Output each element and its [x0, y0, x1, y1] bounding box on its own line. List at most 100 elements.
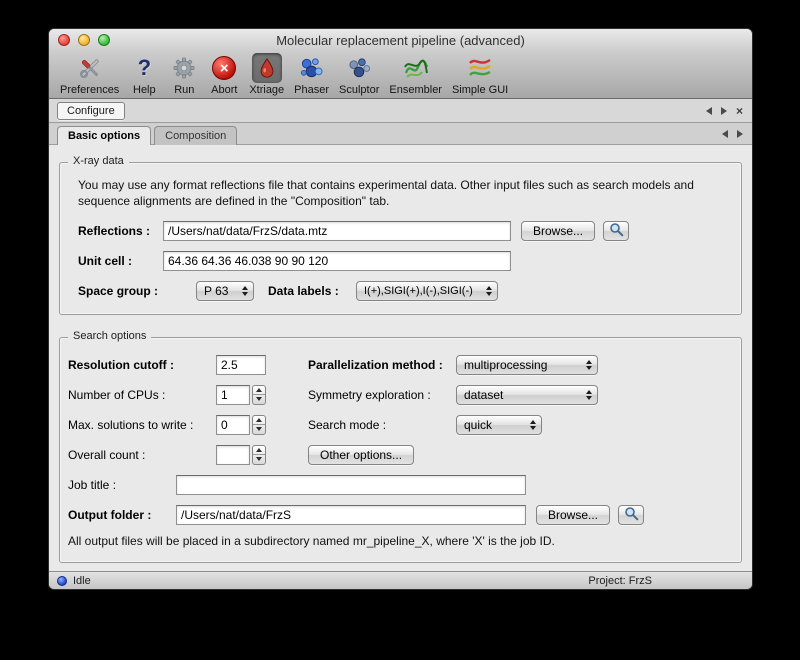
main-panel: X-ray data You may use any format reflec…: [49, 145, 752, 571]
minimize-button[interactable]: [78, 34, 90, 46]
search-row-2: Number of CPUs : Symmetry exploration : …: [68, 384, 723, 405]
run-icon: [169, 53, 199, 83]
toolbar-label: Preferences: [60, 84, 119, 96]
tab-configure-label: Configure: [67, 105, 115, 117]
output-folder-view-button[interactable]: [618, 505, 644, 525]
tab-composition[interactable]: Composition: [154, 126, 237, 145]
toolbar-button-run[interactable]: Run: [164, 53, 204, 96]
max-solutions-input[interactable]: [216, 415, 250, 435]
search-row-3: Max. solutions to write : Search mode : …: [68, 414, 723, 435]
magnifier-icon: [624, 506, 639, 524]
simple-gui-icon: [465, 53, 495, 83]
toolbar-button-help[interactable]: ? Help: [124, 53, 164, 96]
close-tab-icon[interactable]: ×: [736, 106, 743, 116]
toolbar-label: Help: [133, 84, 156, 96]
parallelization-popup[interactable]: multiprocessing: [456, 355, 598, 375]
toolbar-label: Abort: [211, 84, 237, 96]
toolbar-button-ensembler[interactable]: Ensembler: [384, 53, 447, 96]
space-group-row: Space group : P 63 Data labels : I(+),SI…: [78, 280, 723, 301]
tab-basic-options-label: Basic options: [68, 130, 140, 142]
job-title-label: Job title :: [68, 478, 176, 492]
popup-arrows-icon: [586, 360, 592, 370]
ensembler-icon: [401, 53, 431, 83]
toolbar-button-xtriage[interactable]: Xtriage: [244, 53, 289, 96]
reflections-view-button[interactable]: [603, 221, 629, 241]
max-solutions-stepper[interactable]: [252, 415, 266, 435]
symmetry-exploration-popup[interactable]: dataset: [456, 385, 598, 405]
toolbar-label: Phaser: [294, 84, 329, 96]
tab-scroll-right-icon[interactable]: [721, 107, 727, 115]
close-button[interactable]: [58, 34, 70, 46]
output-folder-browse-button[interactable]: Browse...: [536, 505, 610, 525]
reflections-input[interactable]: [163, 221, 511, 241]
toolbar: Preferences ? Help Run: [49, 51, 752, 99]
job-title-input[interactable]: [176, 475, 526, 495]
popup-arrows-icon: [530, 420, 536, 430]
tab-scroll-right-icon[interactable]: [737, 130, 743, 138]
tab-basic-options[interactable]: Basic options: [57, 126, 151, 145]
search-mode-label: Search mode :: [308, 418, 456, 432]
app-window: Molecular replacement pipeline (advanced…: [48, 28, 753, 590]
unit-cell-input[interactable]: [163, 251, 511, 271]
group-title-search: Search options: [68, 330, 151, 342]
popup-arrows-icon: [486, 286, 492, 296]
toolbar-button-abort[interactable]: × Abort: [204, 53, 244, 96]
data-labels-label: Data labels :: [268, 284, 356, 298]
popup-arrows-icon: [242, 286, 248, 296]
space-group-popup[interactable]: P 63: [196, 281, 254, 301]
tab-composition-label: Composition: [165, 130, 226, 142]
toolbar-label: Simple GUI: [452, 84, 508, 96]
reflections-label: Reflections :: [78, 224, 163, 238]
xtriage-icon: [252, 53, 282, 83]
status-text: Idle: [73, 575, 91, 587]
help-icon: ?: [129, 53, 159, 83]
popup-arrows-icon: [586, 390, 592, 400]
window-title: Molecular replacement pipeline (advanced…: [49, 33, 752, 48]
options-tab-bar: Basic options Composition: [49, 123, 752, 145]
tab-scroll-left-icon[interactable]: [722, 130, 728, 138]
overall-count-stepper[interactable]: [252, 445, 266, 465]
preferences-icon: [75, 53, 105, 83]
toolbar-label: Ensembler: [389, 84, 442, 96]
magnifier-icon: [609, 222, 624, 240]
toolbar-button-simple-gui[interactable]: Simple GUI: [447, 53, 513, 96]
group-title-xray: X-ray data: [68, 155, 129, 167]
unit-cell-label: Unit cell :: [78, 254, 163, 268]
toolbar-button-phaser[interactable]: Phaser: [289, 53, 334, 96]
space-group-label: Space group :: [78, 284, 196, 298]
tab-configure[interactable]: Configure: [57, 102, 125, 120]
output-folder-input[interactable]: [176, 505, 526, 525]
phaser-icon: [297, 53, 327, 83]
group-xray-data: X-ray data You may use any format reflec…: [59, 162, 742, 315]
other-options-button[interactable]: Other options...: [308, 445, 414, 465]
output-folder-label: Output folder :: [68, 508, 176, 522]
search-mode-popup[interactable]: quick: [456, 415, 542, 435]
sculptor-icon: [344, 53, 374, 83]
options-tab-bar-controls: [722, 123, 743, 144]
resolution-cutoff-label: Resolution cutoff :: [68, 358, 216, 372]
abort-icon: ×: [209, 53, 239, 83]
task-tab-bar: Configure ×: [49, 99, 752, 123]
num-cpus-label: Number of CPUs :: [68, 388, 216, 402]
overall-count-input[interactable]: [216, 445, 250, 465]
unit-cell-row: Unit cell :: [78, 250, 723, 271]
search-row-4: Overall count : Other options...: [68, 444, 723, 465]
toolbar-label: Xtriage: [249, 84, 284, 96]
project-label: Project: FrzS: [588, 575, 652, 587]
resolution-cutoff-input[interactable]: [216, 355, 266, 375]
titlebar[interactable]: Molecular replacement pipeline (advanced…: [49, 29, 752, 51]
toolbar-label: Sculptor: [339, 84, 379, 96]
reflections-row: Reflections : Browse...: [78, 220, 723, 241]
group-search-options: Search options Resolution cutoff : Paral…: [59, 337, 742, 563]
overall-count-label: Overall count :: [68, 448, 216, 462]
reflections-browse-button[interactable]: Browse...: [521, 221, 595, 241]
data-labels-popup[interactable]: I(+),SIGI(+),I(-),SIGI(-): [356, 281, 498, 301]
num-cpus-stepper[interactable]: [252, 385, 266, 405]
tab-scroll-left-icon[interactable]: [706, 107, 712, 115]
job-title-row: Job title :: [68, 474, 723, 495]
num-cpus-input[interactable]: [216, 385, 250, 405]
status-indicator-icon: [57, 576, 67, 586]
toolbar-button-sculptor[interactable]: Sculptor: [334, 53, 384, 96]
toolbar-button-preferences[interactable]: Preferences: [55, 53, 124, 96]
zoom-button[interactable]: [98, 34, 110, 46]
